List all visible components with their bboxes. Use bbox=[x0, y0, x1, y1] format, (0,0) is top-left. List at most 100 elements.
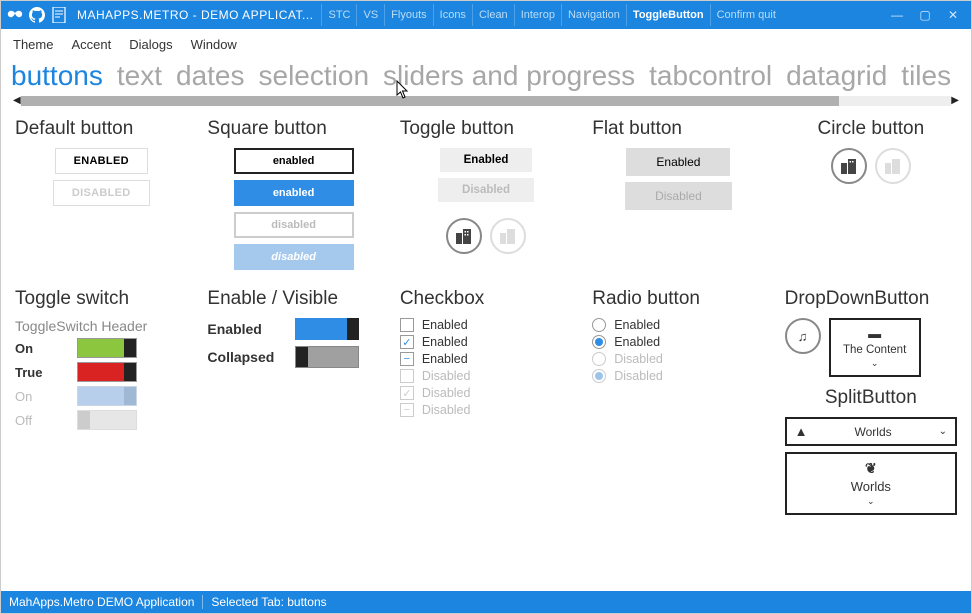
tab-navigation[interactable]: Navigation bbox=[561, 4, 626, 26]
rad-1-label: Enabled bbox=[614, 318, 660, 332]
chk-4 bbox=[400, 369, 414, 383]
menu-accent[interactable]: Accent bbox=[71, 37, 111, 52]
ts-label-on-dis: On bbox=[15, 389, 67, 404]
maximize-button[interactable]: ▢ bbox=[911, 3, 939, 27]
tab-confirm-quit[interactable]: Confirm quit bbox=[710, 4, 782, 26]
circle-button-1[interactable] bbox=[831, 148, 867, 184]
ddb-content-label: The Content bbox=[841, 344, 909, 356]
splitbutton-title: SplitButton bbox=[785, 387, 957, 409]
rad-2[interactable] bbox=[592, 335, 606, 349]
music-note-icon: ♫ bbox=[798, 329, 808, 344]
github-icon[interactable] bbox=[27, 5, 47, 25]
rad-3 bbox=[592, 352, 606, 366]
buildings-icon bbox=[455, 227, 473, 245]
menu-theme[interactable]: Theme bbox=[13, 37, 53, 52]
chk-2-label: Enabled bbox=[422, 335, 468, 349]
menu-window[interactable]: Window bbox=[191, 37, 237, 52]
chk-6-label: Disabled bbox=[422, 403, 471, 417]
bigtab-text[interactable]: text bbox=[117, 60, 162, 92]
circle-button-title: Circle button bbox=[785, 118, 957, 140]
toggle-circle-1[interactable] bbox=[446, 218, 482, 254]
flat-button-title: Flat button bbox=[592, 118, 764, 140]
ts-grey bbox=[77, 410, 137, 430]
enable-visible-title: Enable / Visible bbox=[207, 288, 379, 310]
dropdown-title: DropDownButton bbox=[785, 288, 957, 310]
bigtab-sliders[interactable]: sliders and progress bbox=[383, 60, 635, 92]
ts-green[interactable] bbox=[77, 338, 137, 358]
chk-2[interactable]: ✓ bbox=[400, 335, 414, 349]
bigtab-buttons[interactable]: buttons bbox=[11, 60, 103, 92]
rad-2-label: Enabled bbox=[614, 335, 660, 349]
tab-scrollbar[interactable]: ◀ ▶ bbox=[21, 96, 951, 106]
ts-label-off: Off bbox=[15, 413, 67, 428]
status-separator bbox=[202, 595, 203, 609]
square-enabled-2[interactable]: enabled bbox=[234, 180, 354, 206]
book-icon: ❦ bbox=[797, 460, 945, 477]
bigtab-dates[interactable]: dates bbox=[176, 60, 245, 92]
ddb-circle[interactable]: ♫ bbox=[785, 318, 821, 354]
titlebar: MAHAPPS.METRO - DEMO APPLICAT... STC VS … bbox=[1, 1, 971, 29]
ts-red[interactable] bbox=[77, 362, 137, 382]
toggle-circle-2 bbox=[490, 218, 526, 254]
split-worlds-2[interactable]: ❦ Worlds ⌄ bbox=[785, 452, 957, 515]
chk-1-label: Enabled bbox=[422, 318, 468, 332]
square-disabled-1: disabled bbox=[234, 212, 354, 238]
toggle-switch-title: Toggle switch bbox=[15, 288, 187, 310]
close-button[interactable]: ✕ bbox=[939, 3, 967, 27]
split-worlds-1[interactable]: ▲ Worlds ⌄ bbox=[785, 417, 957, 446]
chk-1[interactable] bbox=[400, 318, 414, 332]
square-disabled-2: disabled bbox=[234, 244, 354, 270]
scrollbar-thumb[interactable] bbox=[21, 96, 839, 106]
tab-stc[interactable]: STC bbox=[321, 4, 356, 26]
tab-vs[interactable]: VS bbox=[356, 4, 384, 26]
flat-disabled: Disabled bbox=[625, 182, 732, 210]
chk-3[interactable]: − bbox=[400, 352, 414, 366]
tab-togglebutton[interactable]: ToggleButton bbox=[626, 4, 710, 26]
tab-interop[interactable]: Interop bbox=[514, 4, 561, 26]
chevron-down-icon: ⌄ bbox=[841, 358, 909, 369]
ev-collapsed-label: Collapsed bbox=[207, 349, 285, 365]
content: Default button ENABLED DISABLED Square b… bbox=[1, 114, 971, 591]
menu-dialogs[interactable]: Dialogs bbox=[129, 37, 172, 52]
chevron-down-icon: ⌄ bbox=[939, 426, 947, 437]
split-worlds-2-label: Worlds bbox=[797, 479, 945, 494]
minimize-button[interactable]: — bbox=[883, 3, 911, 27]
toggle-disabled: Disabled bbox=[438, 178, 534, 202]
toggle-enabled[interactable]: Enabled bbox=[440, 148, 533, 172]
section-tabs: buttons text dates selection sliders and… bbox=[11, 60, 961, 92]
scroll-right-icon[interactable]: ▶ bbox=[951, 95, 959, 106]
ev-enabled-switch[interactable] bbox=[295, 318, 359, 340]
bigtab-tiles[interactable]: tiles bbox=[901, 60, 951, 92]
split-worlds-1-label: Worlds bbox=[808, 425, 939, 439]
ts-label-on: On bbox=[15, 341, 67, 356]
chk-4-label: Disabled bbox=[422, 369, 471, 383]
window-title: MAHAPPS.METRO - DEMO APPLICAT... bbox=[77, 8, 313, 22]
rad-4 bbox=[592, 369, 606, 383]
rad-3-label: Disabled bbox=[614, 352, 663, 366]
square-enabled-1[interactable]: enabled bbox=[234, 148, 354, 174]
flat-enabled[interactable]: Enabled bbox=[626, 148, 730, 176]
chevron-down-icon: ⌄ bbox=[797, 496, 945, 507]
ev-collapsed-switch[interactable] bbox=[295, 346, 359, 368]
scroll-left-icon[interactable]: ◀ bbox=[13, 95, 21, 106]
bigtab-selection[interactable]: selection bbox=[259, 60, 370, 92]
tab-flyouts[interactable]: Flyouts bbox=[384, 4, 432, 26]
buildings-icon bbox=[840, 157, 858, 175]
checkbox-title: Checkbox bbox=[400, 288, 572, 310]
buildings-icon bbox=[499, 227, 517, 245]
chk-3-label: Enabled bbox=[422, 352, 468, 366]
title-tabs: STC VS Flyouts Icons Clean Interop Navig… bbox=[321, 4, 883, 26]
rad-1[interactable] bbox=[592, 318, 606, 332]
status-tab: Selected Tab: buttons bbox=[211, 595, 326, 609]
doc-icon[interactable] bbox=[49, 5, 69, 25]
default-enabled-button[interactable]: ENABLED bbox=[55, 148, 148, 174]
square-button-title: Square button bbox=[207, 118, 379, 140]
ddb-content[interactable]: ▬ The Content ⌄ bbox=[829, 318, 921, 377]
chk-6: − bbox=[400, 403, 414, 417]
buildings-icon bbox=[884, 157, 902, 175]
chk-5: ✓ bbox=[400, 386, 414, 400]
bigtab-tabcontrol[interactable]: tabcontrol bbox=[649, 60, 772, 92]
tab-icons[interactable]: Icons bbox=[433, 4, 472, 26]
bigtab-datagrid[interactable]: datagrid bbox=[786, 60, 887, 92]
tab-clean[interactable]: Clean bbox=[472, 4, 514, 26]
